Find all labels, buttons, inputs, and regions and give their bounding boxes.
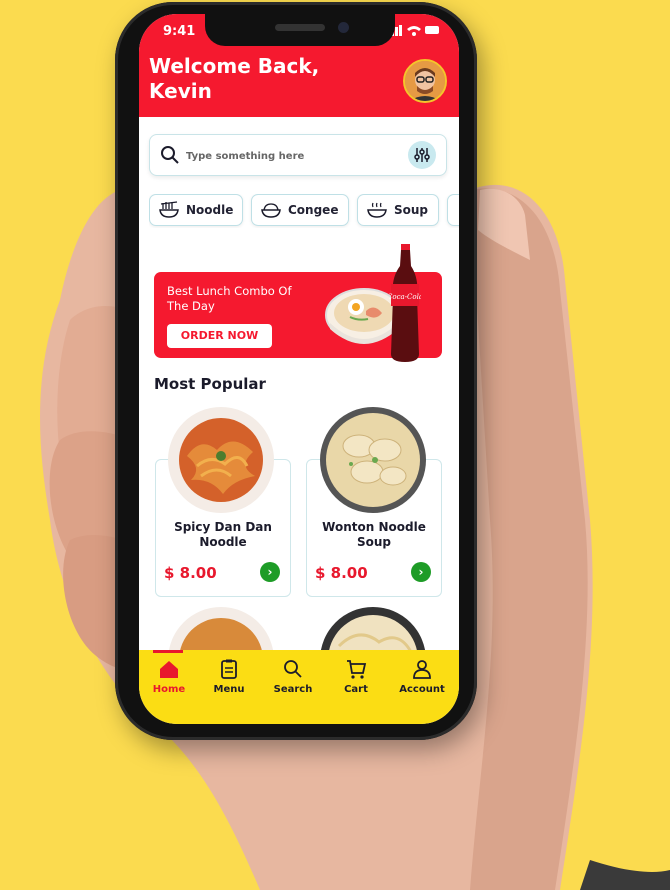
nav-label: Cart bbox=[344, 684, 368, 695]
app-screen: 9:41 Welcome Back, Kevin Type something … bbox=[139, 14, 459, 724]
nav-menu[interactable]: Menu bbox=[199, 658, 259, 695]
soup-icon bbox=[367, 202, 387, 218]
nav-label: Search bbox=[273, 684, 313, 695]
category-label: Noodle bbox=[186, 203, 234, 217]
nav-label: Account bbox=[399, 684, 445, 695]
noodle-icon bbox=[159, 201, 179, 218]
category-list: Noodle Congee Soup bbox=[149, 194, 459, 228]
menu-icon bbox=[221, 659, 237, 679]
active-tab-indicator bbox=[153, 650, 183, 653]
category-soup[interactable]: Soup bbox=[357, 194, 439, 226]
order-now-button[interactable]: ORDER NOW bbox=[167, 324, 272, 348]
bottom-nav: Home Menu Search Cart Account bbox=[139, 650, 459, 724]
welcome-title: Welcome Back, Kevin bbox=[149, 54, 320, 103]
nav-label: Menu bbox=[213, 684, 245, 695]
account-icon bbox=[413, 660, 431, 679]
status-icons bbox=[387, 24, 441, 39]
food-price: $ 8.00 bbox=[315, 564, 368, 582]
food-name: Wonton Noodle Soup bbox=[322, 520, 426, 549]
filter-button[interactable] bbox=[408, 141, 436, 169]
status-time: 9:41 bbox=[163, 24, 196, 39]
chevron-right-icon[interactable]: › bbox=[411, 562, 431, 582]
home-icon bbox=[160, 661, 178, 678]
svg-text:Coca-Cola: Coca-Cola bbox=[389, 293, 421, 301]
food-price: $ 8.00 bbox=[164, 564, 217, 582]
search-bar[interactable] bbox=[149, 134, 447, 176]
search-icon bbox=[161, 146, 179, 164]
search-input[interactable] bbox=[184, 144, 408, 168]
most-popular-title: Most Popular bbox=[154, 375, 266, 393]
nav-account[interactable]: Account bbox=[392, 658, 452, 695]
nav-label: Home bbox=[152, 684, 186, 695]
wonton-soup-image bbox=[320, 407, 426, 513]
category-noodle[interactable]: Noodle bbox=[149, 194, 243, 226]
dan-dan-noodle-image bbox=[168, 407, 274, 513]
avatar[interactable] bbox=[403, 59, 447, 103]
congee-icon bbox=[261, 203, 281, 218]
category-label: Congee bbox=[288, 203, 339, 217]
banner-title: Best Lunch Combo Of The Day bbox=[167, 284, 292, 313]
nav-home[interactable]: Home bbox=[139, 658, 199, 695]
filter-icon bbox=[414, 148, 430, 162]
category-more[interactable] bbox=[447, 194, 459, 226]
nav-cart[interactable]: Cart bbox=[326, 658, 386, 695]
signal-wifi-battery-icon bbox=[387, 25, 439, 36]
phone-notch bbox=[205, 14, 395, 46]
cart-icon bbox=[347, 660, 367, 679]
chevron-right-icon[interactable]: › bbox=[260, 562, 280, 582]
category-label: Soup bbox=[394, 203, 429, 217]
food-name: Spicy Dan Dan Noodle bbox=[174, 520, 272, 549]
nav-search[interactable]: Search bbox=[263, 658, 323, 695]
category-congee[interactable]: Congee bbox=[251, 194, 349, 226]
search-icon bbox=[284, 660, 302, 678]
coca-cola-bottle-image: Coca-Cola bbox=[389, 244, 421, 362]
